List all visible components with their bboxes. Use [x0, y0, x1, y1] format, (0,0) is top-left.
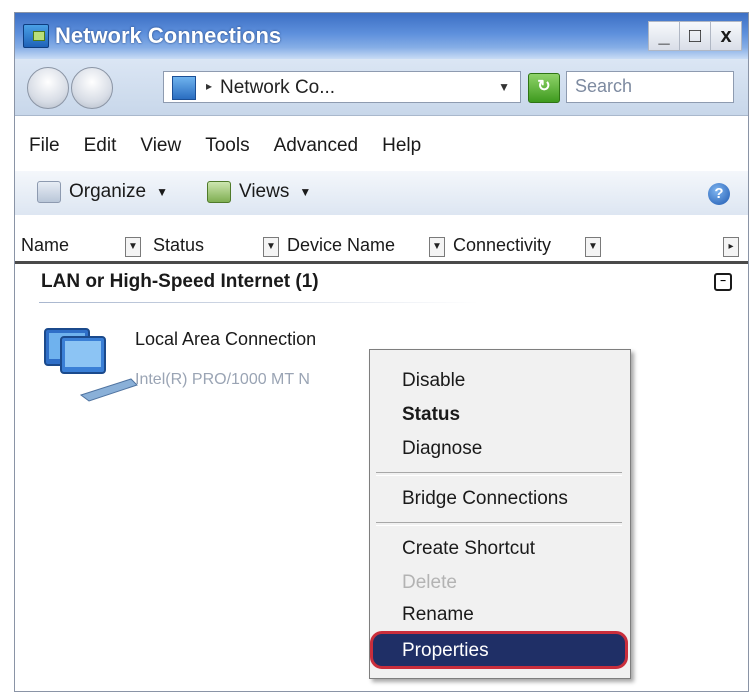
close-button[interactable]: x: [710, 22, 741, 50]
menu-view[interactable]: View: [140, 135, 181, 157]
context-menu: Disable Status Diagnose Bridge Connectio…: [369, 349, 631, 679]
search-input[interactable]: Search: [566, 71, 734, 103]
menu-item-disable[interactable]: Disable: [402, 370, 465, 392]
column-device-name[interactable]: Device Name: [287, 235, 395, 256]
column-connectivity-filter-button[interactable]: ▼: [585, 237, 601, 257]
maximize-button[interactable]: □: [679, 22, 710, 50]
menu-help[interactable]: Help: [382, 135, 421, 157]
chevron-down-icon: ▼: [299, 185, 312, 199]
back-button[interactable]: [27, 67, 69, 109]
caption-buttons: _ □ x: [648, 21, 742, 51]
column-header-row: Name ▼ Status ▼ Device Name ▼ Connectivi…: [15, 231, 748, 264]
network-folder-icon: [172, 76, 196, 100]
views-button[interactable]: Views ▼: [207, 181, 311, 203]
menu-file[interactable]: File: [29, 135, 60, 157]
column-status[interactable]: Status: [153, 235, 204, 256]
menu-bar: File Edit View Tools Advanced Help: [15, 131, 748, 161]
menu-separator: [376, 472, 622, 476]
menu-item-properties[interactable]: Properties: [402, 640, 489, 662]
address-path[interactable]: Network Co...: [220, 77, 335, 99]
views-icon: [207, 181, 231, 203]
group-divider: [39, 302, 479, 303]
breadcrumb-arrow-icon[interactable]: ▸: [206, 79, 212, 93]
menu-edit[interactable]: Edit: [84, 135, 117, 157]
network-connections-icon: [23, 24, 49, 48]
organize-icon: [37, 181, 61, 203]
menu-item-diagnose[interactable]: Diagnose: [402, 438, 482, 460]
menu-item-rename[interactable]: Rename: [402, 604, 474, 626]
menu-item-create-shortcut[interactable]: Create Shortcut: [402, 538, 535, 560]
scroll-columns-right-icon[interactable]: ▸: [723, 237, 739, 257]
views-label: Views: [239, 181, 290, 202]
menu-item-bridge-connections[interactable]: Bridge Connections: [402, 488, 568, 510]
network-adapter-icon[interactable]: [41, 323, 141, 403]
command-bar: Organize ▼ Views ▼ ?: [15, 171, 748, 215]
connection-name[interactable]: Local Area Connection: [135, 329, 316, 350]
menu-tools[interactable]: Tools: [205, 135, 249, 157]
network-connections-window: Network Connections _ □ x ▸ Network Co..…: [14, 12, 749, 692]
menu-separator: [376, 522, 622, 526]
window-title: Network Connections: [55, 23, 282, 48]
menu-advanced[interactable]: Advanced: [274, 135, 359, 157]
address-dropdown-icon[interactable]: ▼: [498, 80, 510, 94]
forward-button[interactable]: [71, 67, 113, 109]
column-name[interactable]: Name: [21, 235, 69, 256]
minimize-button[interactable]: _: [649, 22, 679, 50]
organize-button[interactable]: Organize ▼: [37, 181, 168, 203]
title-bar[interactable]: Network Connections _ □ x: [15, 13, 748, 59]
column-connectivity[interactable]: Connectivity: [453, 235, 551, 256]
chevron-down-icon: ▼: [156, 185, 168, 199]
address-bar[interactable]: ▸ Network Co... ▼: [163, 71, 521, 103]
help-icon[interactable]: ?: [708, 183, 730, 205]
group-header[interactable]: LAN or High-Speed Internet (1): [41, 271, 319, 293]
column-device-filter-button[interactable]: ▼: [429, 237, 445, 257]
collapse-icon[interactable]: −: [714, 273, 732, 291]
organize-label: Organize: [69, 181, 147, 202]
menu-item-status[interactable]: Status: [402, 404, 460, 426]
column-name-filter-button[interactable]: ▼: [125, 237, 141, 257]
column-status-filter-button[interactable]: ▼: [263, 237, 279, 257]
address-row: ▸ Network Co... ▼ ↻ Search: [15, 59, 748, 116]
refresh-button[interactable]: ↻: [528, 73, 560, 103]
menu-item-delete: Delete: [402, 572, 457, 593]
connection-device: Intel(R) PRO/1000 MT N: [135, 371, 310, 388]
